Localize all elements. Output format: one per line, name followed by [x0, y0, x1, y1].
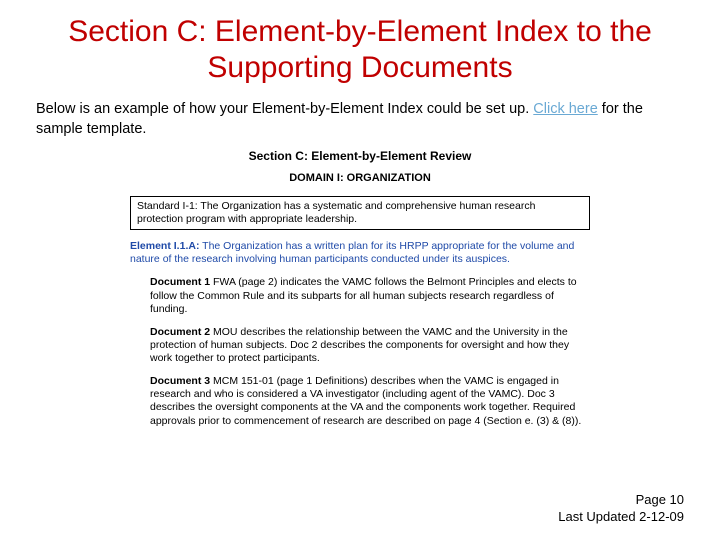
sample-template-link[interactable]: Click here — [533, 101, 597, 117]
intro-paragraph: Below is an example of how your Element-… — [36, 100, 684, 139]
page-number: Page 10 — [558, 491, 684, 509]
sample-document: Section C: Element-by-Element Review DOM… — [130, 149, 590, 428]
element-label: Element I.1.A: — [130, 240, 199, 252]
intro-text-pre: Below is an example of how your Element-… — [36, 101, 533, 117]
footer: Page 10 Last Updated 2-12-09 — [558, 491, 684, 526]
document-entry: Document 3 MCM 151-01 (page 1 Definition… — [150, 375, 590, 428]
document-text: MOU describes the relationship between t… — [150, 326, 569, 364]
element-block: Element I.1.A: The Organization has a wr… — [130, 240, 590, 266]
document-text: MCM 151-01 (page 1 Definitions) describe… — [150, 375, 581, 426]
document-text: FWA (page 2) indicates the VAMC follows … — [150, 276, 577, 314]
standard-box: Standard I-1: The Organization has a sys… — [130, 196, 590, 230]
document-entry: Document 2 MOU describes the relationshi… — [150, 326, 590, 365]
page-title: Section C: Element-by-Element Index to t… — [36, 14, 684, 86]
standard-text: Standard I-1: The Organization has a sys… — [137, 200, 535, 225]
document-label: Document 1 — [150, 276, 210, 288]
document-label: Document 3 — [150, 375, 210, 387]
document-entry: Document 1 FWA (page 2) indicates the VA… — [150, 276, 590, 315]
last-updated: Last Updated 2-12-09 — [558, 508, 684, 526]
slide-page: Section C: Element-by-Element Index to t… — [0, 0, 720, 540]
sample-domain: DOMAIN I: ORGANIZATION — [130, 172, 590, 186]
document-label: Document 2 — [150, 326, 210, 338]
sample-heading: Section C: Element-by-Element Review — [130, 149, 590, 164]
